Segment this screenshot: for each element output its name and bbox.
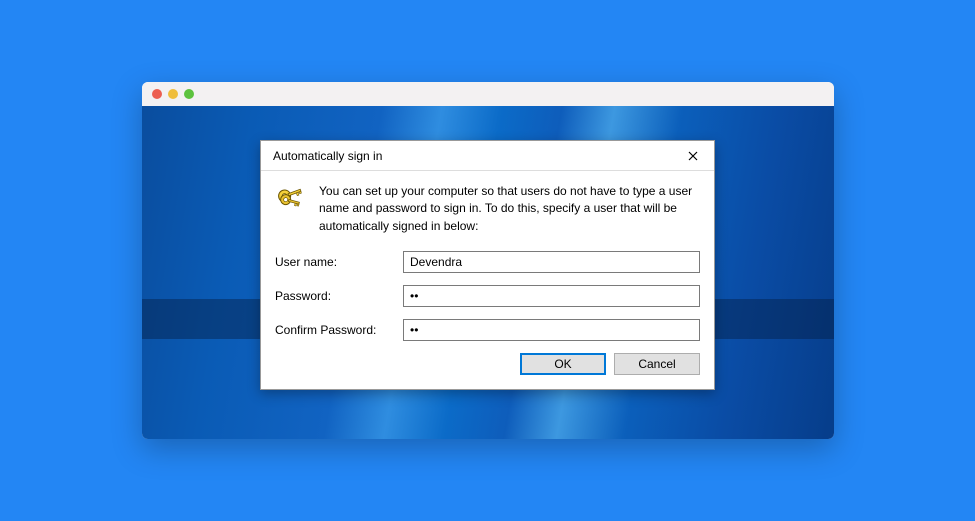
confirm-password-label: Confirm Password: bbox=[275, 323, 403, 337]
close-icon[interactable] bbox=[682, 147, 704, 165]
desktop-background: Automatically sign in bbox=[142, 106, 834, 439]
dialog-body: You can set up your computer so that use… bbox=[261, 171, 714, 389]
password-input[interactable] bbox=[403, 285, 700, 307]
dialog-description: You can set up your computer so that use… bbox=[319, 183, 700, 235]
ok-button[interactable]: OK bbox=[520, 353, 606, 375]
keys-icon bbox=[275, 183, 307, 215]
confirm-password-input[interactable] bbox=[403, 319, 700, 341]
auto-sign-in-dialog: Automatically sign in bbox=[260, 140, 715, 390]
traffic-light-fullscreen[interactable] bbox=[184, 89, 194, 99]
password-label: Password: bbox=[275, 289, 403, 303]
browser-titlebar bbox=[142, 82, 834, 106]
traffic-light-close[interactable] bbox=[152, 89, 162, 99]
traffic-light-minimize[interactable] bbox=[168, 89, 178, 99]
username-input[interactable] bbox=[403, 251, 700, 273]
cancel-button[interactable]: Cancel bbox=[614, 353, 700, 375]
browser-window: Automatically sign in bbox=[142, 82, 834, 439]
dialog-titlebar: Automatically sign in bbox=[261, 141, 714, 171]
username-label: User name: bbox=[275, 255, 403, 269]
dialog-title: Automatically sign in bbox=[273, 149, 382, 163]
